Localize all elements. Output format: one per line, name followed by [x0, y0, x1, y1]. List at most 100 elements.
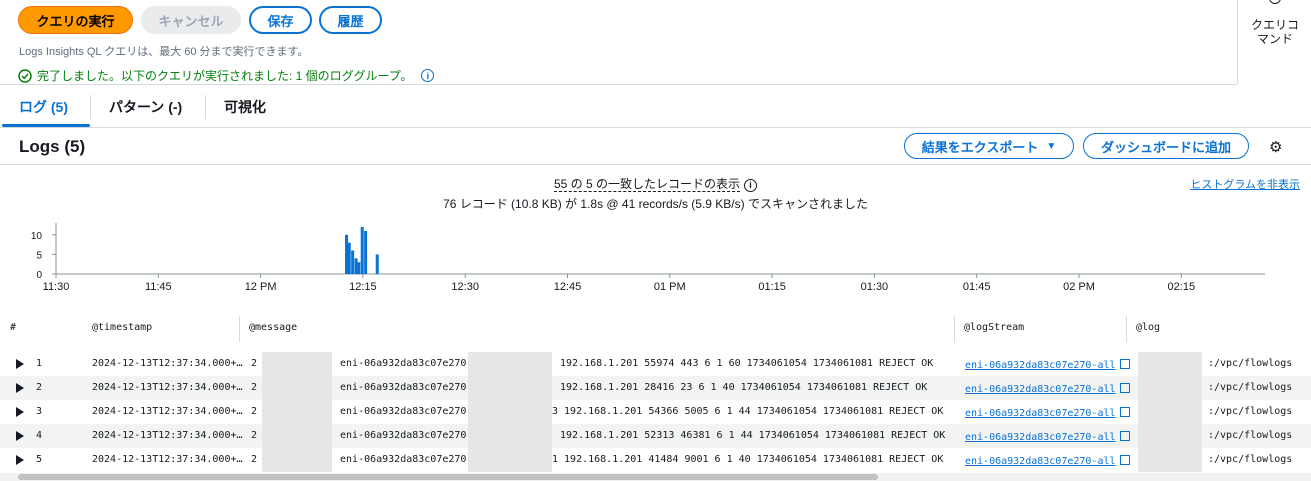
row-message: 3 192.168.1.201 54366 5005 6 1 44 173406… — [552, 406, 944, 417]
row-message-prefix: 2 — [251, 382, 258, 393]
horizontal-scrollbar[interactable] — [0, 473, 1311, 481]
header-message[interactable]: @message — [249, 322, 297, 333]
redacted-block — [262, 352, 332, 376]
row-number: 3 — [36, 406, 43, 417]
row-log: :/vpc/flowlogs — [1208, 358, 1293, 369]
header-log[interactable]: @log — [1136, 322, 1160, 333]
histogram-bar — [354, 258, 358, 274]
status-message: 完了しました。以下のクエリが実行されました: 1 個のロググループ。 i — [18, 67, 435, 84]
row-eni: eni-06a932da83c07e270 — [340, 430, 467, 441]
redacted-block — [468, 352, 552, 376]
header-timestamp[interactable]: @timestamp — [92, 322, 152, 333]
expand-row-icon[interactable] — [16, 407, 24, 417]
expand-row-icon[interactable] — [16, 383, 24, 393]
redacted-block — [1138, 352, 1202, 376]
redacted-block — [1138, 400, 1202, 424]
tab-patterns[interactable]: パターン (-) — [109, 97, 182, 117]
redacted-block — [262, 424, 332, 448]
redacted-block — [1138, 376, 1202, 400]
row-log: :/vpc/flowlogs — [1208, 382, 1293, 393]
row-message-prefix: 2 — [251, 358, 258, 369]
run-query-button[interactable]: クエリの実行 — [18, 6, 133, 34]
info-icon[interactable]: i — [421, 69, 435, 82]
row-message: 192.168.1.201 28416 23 6 1 40 1734061054… — [560, 382, 928, 393]
tab-visualization[interactable]: 可視化 — [224, 97, 266, 117]
row-logstream-link[interactable]: eni-06a932da83c07e270-all — [965, 358, 1130, 371]
redacted-block — [1138, 424, 1202, 448]
row-timestamp: 2024-12-13T12:37:34.000+… — [92, 406, 243, 417]
info-icon[interactable]: i — [744, 178, 758, 192]
cancel-button: キャンセル — [141, 6, 241, 34]
row-timestamp: 2024-12-13T12:37:34.000+… — [92, 382, 243, 393]
redacted-block — [262, 400, 332, 424]
row-logstream-link[interactable]: eni-06a932da83c07e270-all — [965, 406, 1130, 419]
row-logstream-link[interactable]: eni-06a932da83c07e270-all — [965, 430, 1130, 443]
row-message-prefix: 2 — [251, 430, 258, 441]
table-row[interactable]: 5 2024-12-13T12:37:34.000+… 2 eni-06a932… — [0, 448, 1311, 472]
table-row[interactable]: 2 2024-12-13T12:37:34.000+… 2 eni-06a932… — [0, 376, 1311, 400]
row-number: 1 — [36, 358, 43, 369]
x-tick-label: 12:15 — [349, 281, 377, 293]
table-row[interactable]: 4 2024-12-13T12:37:34.000+… 2 eni-06a932… — [0, 424, 1311, 448]
row-eni: eni-06a932da83c07e270 — [340, 406, 467, 417]
add-to-dashboard-button[interactable]: ダッシュボードに追加 — [1083, 133, 1249, 159]
history-button[interactable]: 履歴 — [319, 6, 382, 34]
query-commands-label: クエリコ マンド — [1250, 18, 1299, 46]
histogram-bar — [345, 234, 349, 274]
status-text: 完了しました。以下のクエリが実行されました: 1 個のロググループ。 — [37, 69, 413, 83]
expand-row-icon[interactable] — [16, 431, 24, 441]
row-logstream-link[interactable]: eni-06a932da83c07e270-all — [965, 454, 1130, 467]
redacted-block — [468, 448, 552, 472]
row-log: :/vpc/flowlogs — [1208, 454, 1293, 465]
row-log: :/vpc/flowlogs — [1208, 406, 1293, 417]
row-message-prefix: 2 — [251, 406, 258, 417]
x-tick-label: 12:45 — [554, 281, 582, 293]
expand-row-icon[interactable] — [16, 359, 24, 369]
x-tick-label: 01 PM — [654, 281, 686, 293]
row-eni: eni-06a932da83c07e270 — [340, 358, 467, 369]
row-message-prefix: 2 — [251, 454, 258, 465]
histogram-bar — [375, 254, 379, 274]
row-log: :/vpc/flowlogs — [1208, 430, 1293, 441]
x-tick-label: 01:30 — [861, 281, 889, 293]
table-row[interactable]: 1 2024-12-13T12:37:34.000+… 2 eni-06a932… — [0, 352, 1311, 376]
y-tick-label: 10 — [31, 231, 43, 242]
header-logstream[interactable]: @logStream — [964, 322, 1024, 333]
row-eni: eni-06a932da83c07e270 — [340, 382, 467, 393]
histogram-bar — [357, 262, 361, 274]
row-message: 1 192.168.1.201 41484 9001 6 1 40 173406… — [552, 454, 944, 465]
row-message: 192.168.1.201 52313 46381 6 1 44 1734061… — [560, 430, 946, 441]
x-tick-label: 11:45 — [145, 281, 172, 293]
expand-row-icon[interactable] — [16, 455, 24, 465]
x-tick-label: 11:30 — [43, 281, 70, 293]
external-link-icon — [1119, 359, 1130, 369]
x-tick-label: 12 PM — [245, 281, 277, 293]
redacted-block — [468, 424, 552, 448]
redacted-block — [262, 448, 332, 472]
histogram-bar — [364, 230, 368, 274]
histogram-bar — [347, 242, 351, 274]
redacted-block — [262, 376, 332, 400]
row-message: 192.168.1.201 55974 443 6 1 60 173406105… — [560, 358, 934, 369]
row-number: 2 — [36, 382, 43, 393]
info-icon — [1269, 0, 1281, 4]
table-row[interactable]: 3 2024-12-13T12:37:34.000+… 2 eni-06a932… — [0, 400, 1311, 424]
tab-logs[interactable]: ログ (5) — [19, 97, 68, 117]
query-commands-panel[interactable]: クエリコ マンド — [1237, 0, 1311, 84]
external-link-icon — [1119, 407, 1130, 417]
row-eni: eni-06a932da83c07e270 — [340, 454, 467, 465]
row-timestamp: 2024-12-13T12:37:34.000+… — [92, 454, 243, 465]
success-check-icon — [18, 68, 32, 83]
header-index: # — [10, 322, 17, 333]
save-button[interactable]: 保存 — [249, 6, 312, 34]
export-results-button[interactable]: 結果をエクスポート ▼ — [904, 133, 1074, 159]
histogram-bar — [360, 227, 364, 274]
scanned-records-summary: 76 レコード (10.8 KB) が 1.8s @ 41 records/s … — [443, 197, 868, 211]
y-tick-label: 0 — [36, 270, 42, 281]
row-logstream-link[interactable]: eni-06a932da83c07e270-all — [965, 382, 1130, 395]
scrollbar-thumb[interactable] — [18, 474, 878, 480]
external-link-icon — [1119, 455, 1130, 465]
external-link-icon — [1119, 383, 1130, 393]
hide-histogram-link[interactable]: ヒストグラムを非表示 — [1190, 176, 1300, 192]
settings-gear-icon[interactable]: ⚙ — [1269, 138, 1282, 156]
